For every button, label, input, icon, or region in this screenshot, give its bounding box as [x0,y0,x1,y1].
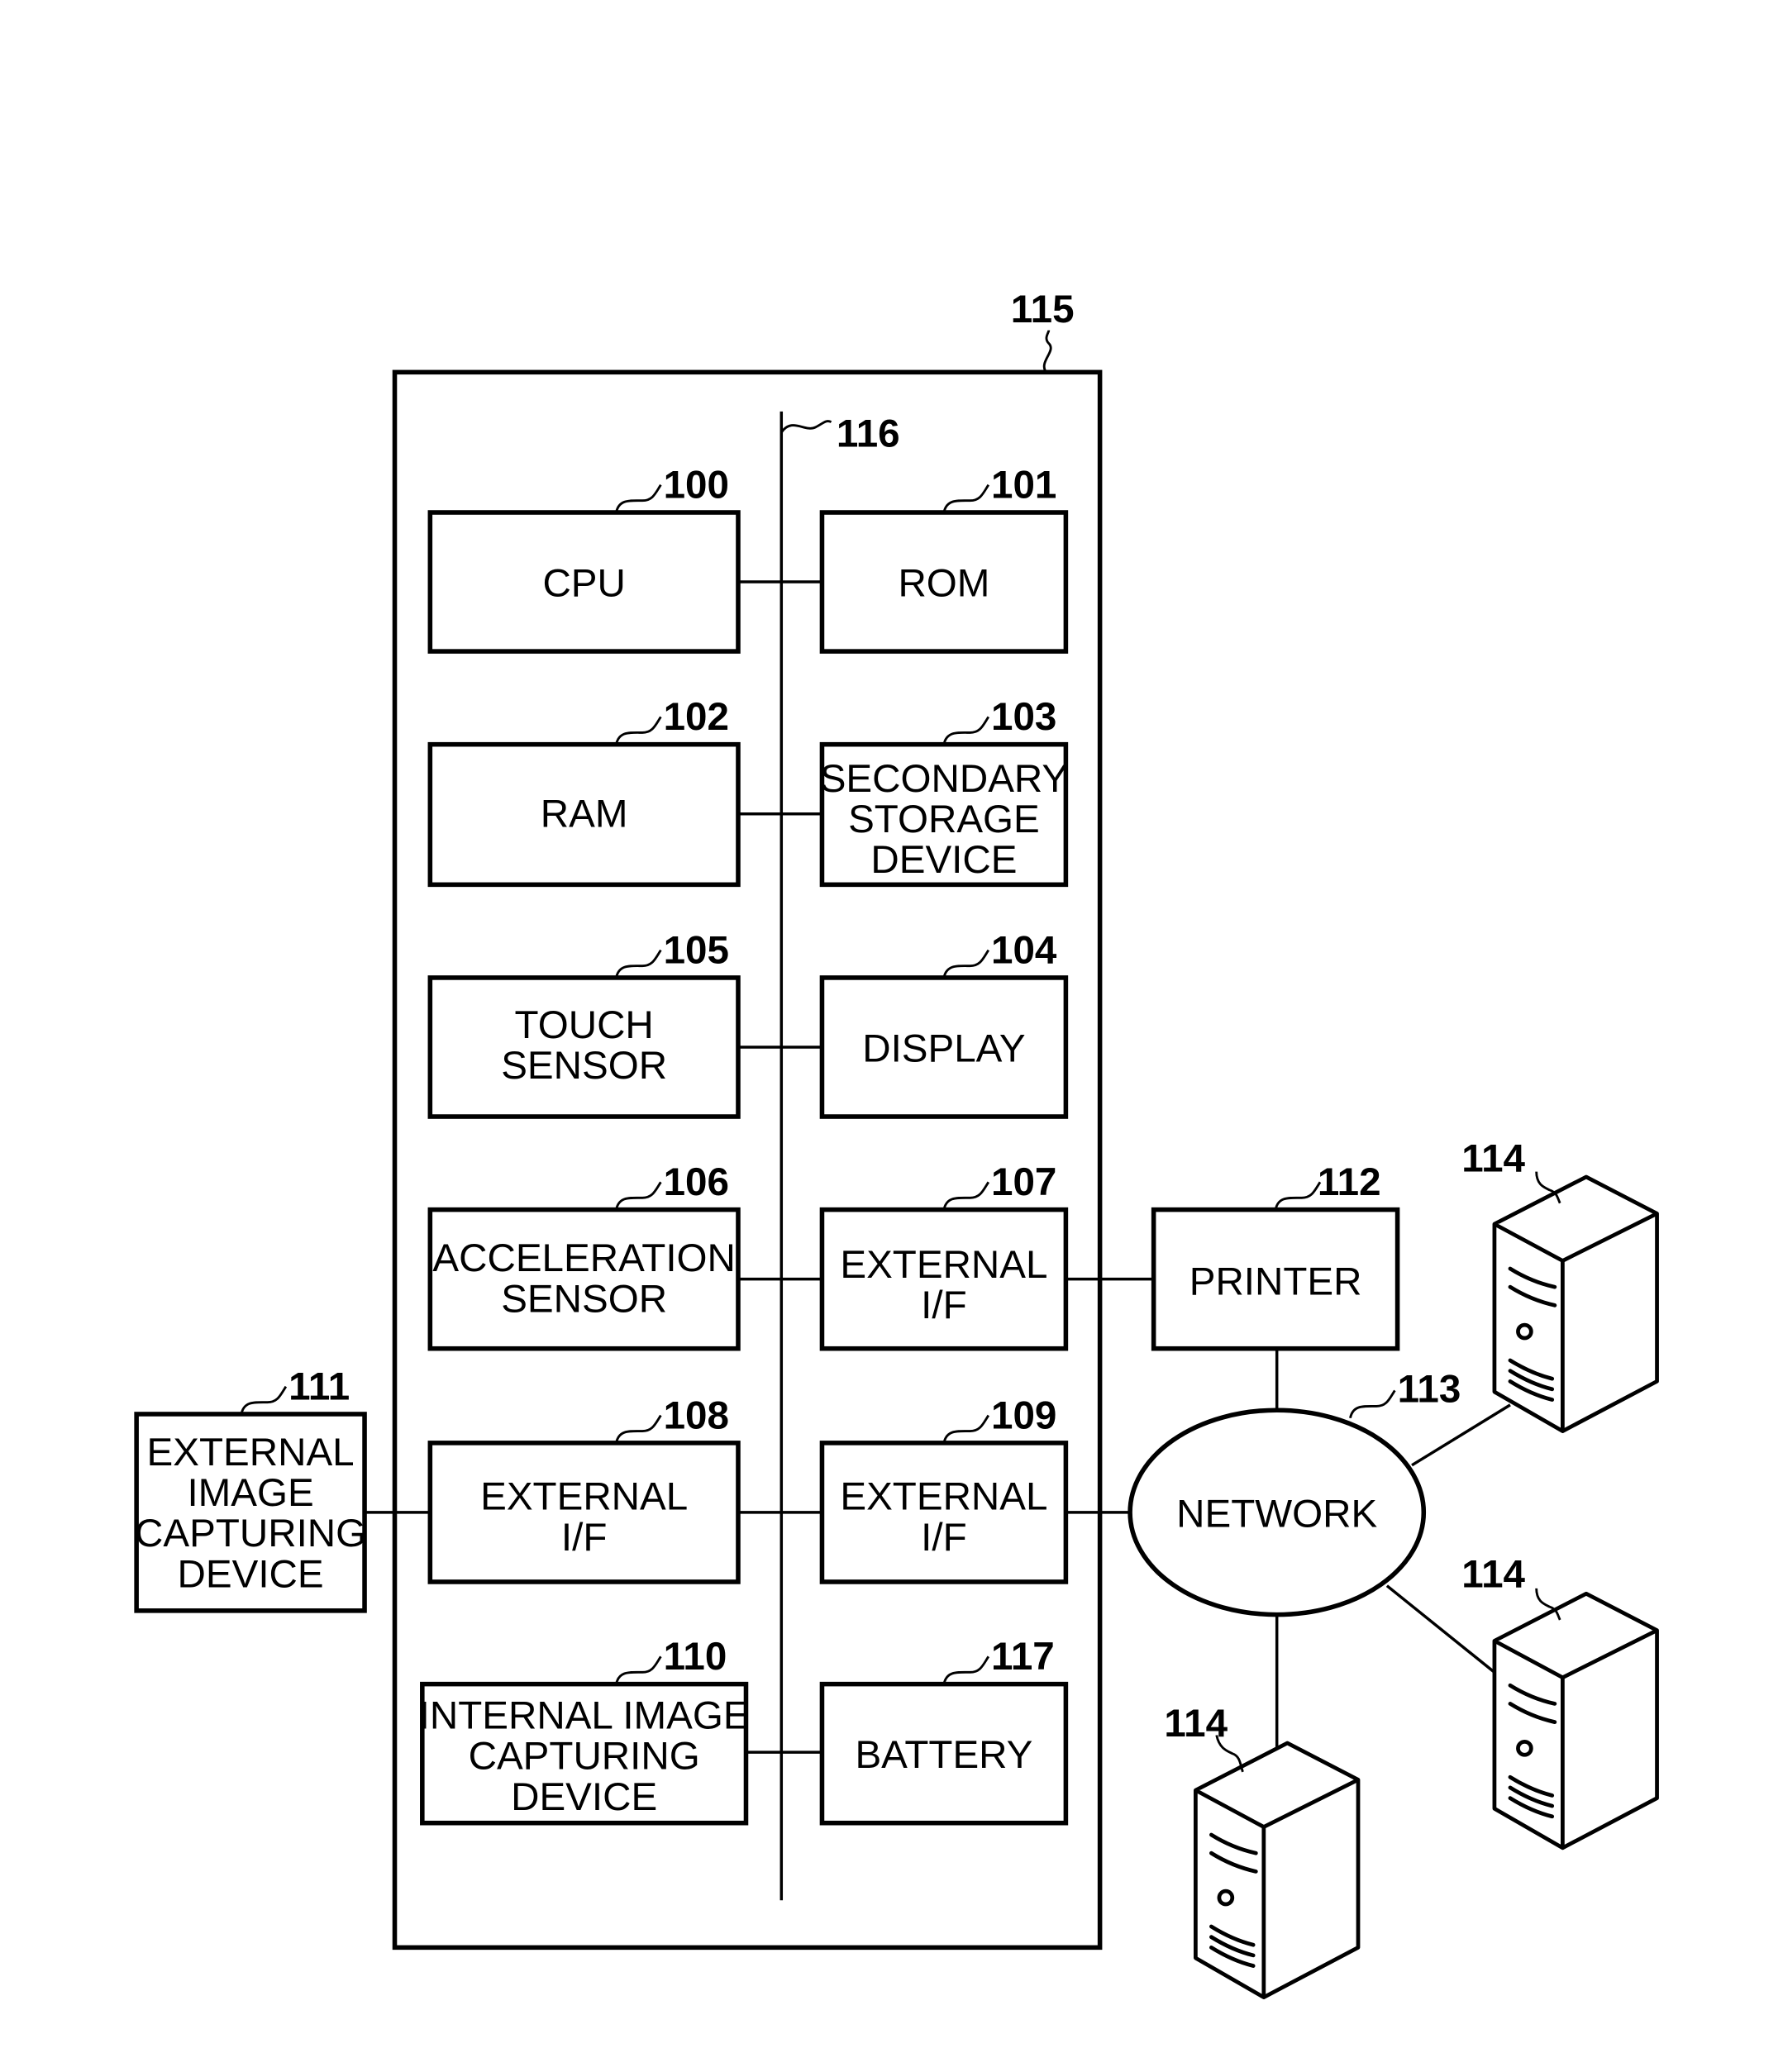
external-device-line2: IMAGE [187,1471,313,1515]
block-acceleration-sensor-line2: SENSOR [501,1277,667,1321]
external-image-capturing-device: 111 EXTERNAL IMAGE CAPTURING DEVICE [134,1365,367,1613]
block-external-if-107-line1: EXTERNAL [840,1243,1047,1287]
block-external-if-107-line2: I/F [921,1284,966,1327]
block-internal-image-capturing-line2: CAPTURING [469,1735,700,1779]
ref-112: 112 [1318,1160,1381,1204]
block-internal-image-capturing-line1: INTERNAL IMAGE [419,1694,750,1738]
network: 113 NETWORK [1127,1368,1461,1617]
ref-104: 104 [991,928,1057,972]
block-battery-label: BATTERY [855,1733,1032,1777]
server-c [1194,1735,1361,1999]
block-rom-label: ROM [898,561,989,605]
block-secondary-storage-line3: DEVICE [870,838,1017,882]
external-device-line1: EXTERNAL [147,1431,355,1474]
external-device-line3: CAPTURING [135,1512,366,1555]
ref-116: 116 [837,412,900,456]
ref-105: 105 [664,928,729,972]
block-diagram: 115 116 100 CPU 101 ROM 102 RAM 103 SECO… [134,288,1659,1999]
ref-108: 108 [664,1393,729,1437]
block-acceleration-sensor-line1: ACCELERATION [432,1236,735,1280]
block-ram-label: RAM [541,793,628,836]
block-display-label: DISPLAY [862,1026,1025,1070]
block-internal-image-capturing-line3: DEVICE [511,1775,657,1819]
ref-113: 113 [1398,1368,1461,1412]
ref-117: 117 [991,1635,1055,1679]
ref-106: 106 [664,1160,729,1204]
ref-114-c: 114 [1164,1702,1228,1746]
block-secondary-storage-line2: STORAGE [848,798,1040,841]
network-label: NETWORK [1176,1492,1377,1536]
ref-110: 110 [664,1635,727,1679]
block-external-if-109-line2: I/F [921,1516,966,1560]
ref-100: 100 [664,464,729,507]
block-touch-sensor-line1: TOUCH [515,1003,654,1047]
block-external-if-108-line2: I/F [561,1516,607,1560]
block-secondary-storage-line1: SECONDARY [820,757,1068,801]
ref-102: 102 [664,695,729,739]
block-touch-sensor-line2: SENSOR [501,1044,667,1088]
block-external-if-108-line1: EXTERNAL [480,1475,688,1519]
ref-114-a: 114 [1461,1137,1525,1181]
ref-101: 101 [991,464,1056,507]
server-a [1492,1171,1659,1433]
block-external-if-109-line1: EXTERNAL [840,1475,1047,1519]
leader-115 [1042,330,1052,374]
ref-115: 115 [1011,288,1075,331]
ref-107: 107 [991,1160,1056,1204]
ref-111: 111 [288,1365,350,1409]
printer-label: PRINTER [1189,1260,1362,1304]
ref-103: 103 [991,695,1056,739]
ref-114-b: 114 [1461,1552,1525,1596]
server-b [1492,1588,1659,1851]
block-cpu-label: CPU [542,561,625,605]
ref-109: 109 [991,1393,1056,1437]
external-device-line4: DEVICE [178,1552,324,1596]
link-network-server-b [1385,1584,1496,1674]
link-network-server-a [1411,1403,1511,1467]
printer: 112 PRINTER [1151,1160,1400,1351]
